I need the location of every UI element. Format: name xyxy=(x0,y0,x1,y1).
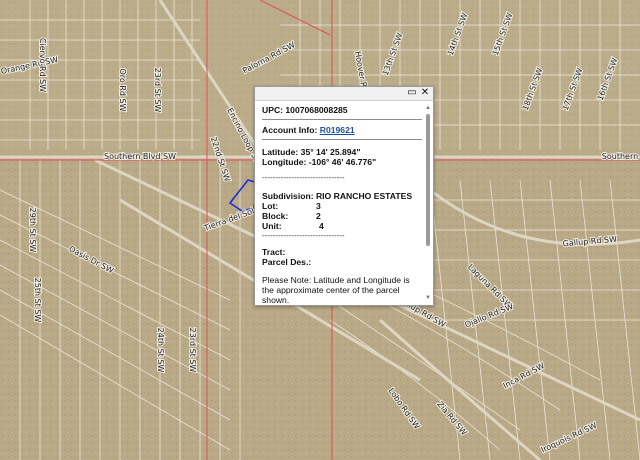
unit-value: 4 xyxy=(319,221,324,231)
account-link[interactable]: R019621 xyxy=(320,125,355,135)
street-label-oro-rd: Oro Rd SW xyxy=(118,68,127,111)
lot-row: Lot: 3 xyxy=(262,201,422,211)
upc-value: 1007068008285 xyxy=(285,105,348,115)
tract-label: Tract: xyxy=(262,247,286,257)
account-row: Account Info: R019621 xyxy=(262,125,422,135)
street-label-23rd-st-mid: 23rd St SW xyxy=(188,328,197,373)
popup-titlebar: ▭ ✕ xyxy=(255,87,433,101)
unit-label: Unit: xyxy=(262,221,282,231)
divider xyxy=(262,139,422,141)
street-label-29th-st: 29th St SW xyxy=(28,208,37,253)
separator: ------------------------------- xyxy=(262,173,345,182)
latitude-label: Latitude: xyxy=(262,147,299,157)
scroll-down-icon[interactable]: ▼ xyxy=(425,295,431,301)
divider xyxy=(262,119,422,121)
upc-row: UPC: 1007068008285 xyxy=(262,105,422,115)
longitude-row: Longitude: -106° 46' 46.776" xyxy=(262,157,422,167)
block-label: Block: xyxy=(262,211,289,221)
account-label: Account Info: xyxy=(262,125,318,135)
separator: ------------------------------- xyxy=(262,231,345,240)
scroll-thumb[interactable] xyxy=(426,114,430,246)
lot-label: Lot: xyxy=(262,201,279,211)
longitude-value: -106° 46' 46.776" xyxy=(308,157,377,167)
subdivision-row: Subdivision: RIO RANCHO ESTATES xyxy=(262,191,422,201)
close-icon[interactable]: ✕ xyxy=(420,88,430,98)
latitude-row: Latitude: 35° 14' 25.894" xyxy=(262,147,422,157)
block-row: Block: 2 xyxy=(262,211,422,221)
unit-row: Unit: 4 xyxy=(262,221,422,231)
street-label-24th-st: 24th St SW xyxy=(156,328,165,373)
street-label-23rd-st-left: 23rd St SW xyxy=(153,68,162,113)
scroll-up-icon[interactable]: ▲ xyxy=(425,105,431,111)
parcel-info-popup: ▭ ✕ UPC: 1007068008285 Account Info: R01… xyxy=(254,86,434,306)
upc-label: UPC: xyxy=(262,105,284,115)
street-label-25th-st: 25th St SW xyxy=(33,278,42,323)
latitude-value: 35° 14' 25.894" xyxy=(300,147,361,157)
street-label-southern-blvd-w: Southern Blvd SW xyxy=(104,152,176,161)
subdivision-label: Subdivision: xyxy=(262,191,314,201)
street-label-ciervo-rd: Ciervo Rd SW xyxy=(38,38,47,92)
popup-content: UPC: 1007068008285 Account Info: R019621… xyxy=(262,105,422,305)
longitude-label: Longitude: xyxy=(262,157,307,167)
maximize-icon[interactable]: ▭ xyxy=(407,88,417,98)
location-note: Please Note: Latitude and Longitude is t… xyxy=(262,275,410,305)
popup-scrollbar[interactable]: ▲ ▼ xyxy=(425,105,431,301)
subdivision-value: RIO RANCHO ESTATES xyxy=(315,191,413,201)
street-label-southern-blvd-e: Southern xyxy=(602,152,638,161)
lot-value: 3 xyxy=(316,201,321,211)
block-value: 2 xyxy=(316,211,321,221)
parcel-des-label: Parcel Des.: xyxy=(262,257,312,267)
